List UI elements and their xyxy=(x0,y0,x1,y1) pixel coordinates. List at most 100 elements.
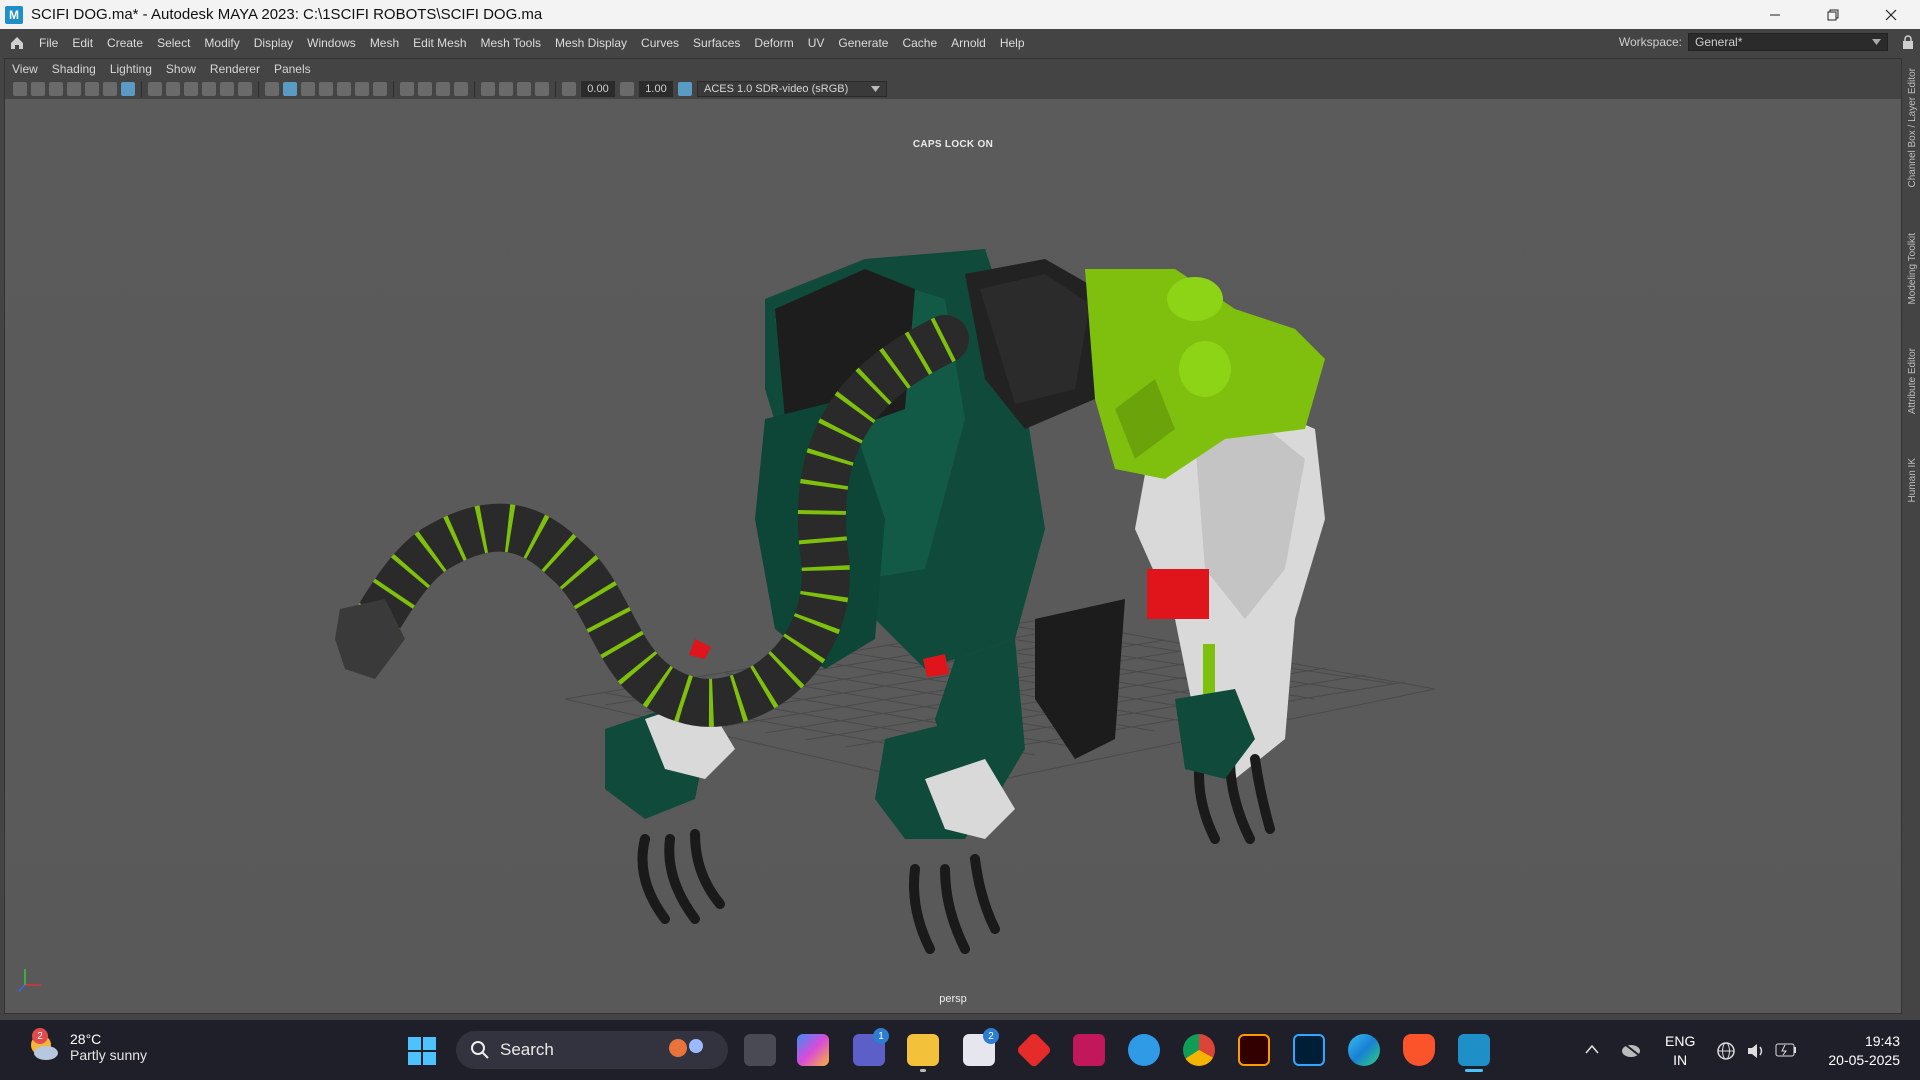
menu-modify[interactable]: Modify xyxy=(197,36,246,50)
weather-widget[interactable]: 2 28°C Partly sunny xyxy=(26,1028,147,1064)
menu-create[interactable]: Create xyxy=(100,36,150,50)
color-management-icon[interactable] xyxy=(678,82,692,96)
xray-active-icon[interactable] xyxy=(517,82,531,96)
wireframe-icon[interactable] xyxy=(265,82,279,96)
panel-menu-view[interactable]: View xyxy=(5,62,45,76)
xray-joints-icon[interactable] xyxy=(535,82,549,96)
chrome-icon[interactable] xyxy=(1183,1034,1215,1066)
home-icon[interactable] xyxy=(8,34,26,52)
photoshop-icon[interactable] xyxy=(1293,1034,1325,1066)
menu-surfaces[interactable]: Surfaces xyxy=(686,36,747,50)
teams-icon[interactable]: 1 xyxy=(853,1028,889,1066)
anydesk-icon[interactable] xyxy=(1015,1031,1053,1069)
copilot-icon[interactable] xyxy=(797,1034,829,1066)
maya-taskbar-icon[interactable] xyxy=(1458,1034,1490,1072)
menu-curves[interactable]: Curves xyxy=(634,36,686,50)
menu-uv[interactable]: UV xyxy=(801,36,832,50)
ambient-occlusion-icon[interactable] xyxy=(400,82,414,96)
select-camera-icon[interactable] xyxy=(13,82,27,96)
close-button[interactable] xyxy=(1862,0,1920,29)
edge-icon[interactable] xyxy=(1348,1034,1380,1066)
shadows-icon[interactable] xyxy=(373,82,387,96)
motion-blur-icon[interactable] xyxy=(418,82,432,96)
menu-mesh-display[interactable]: Mesh Display xyxy=(548,36,634,50)
menu-windows[interactable]: Windows xyxy=(300,36,363,50)
menu-file[interactable]: File xyxy=(32,36,65,50)
language-indicator[interactable]: ENG IN xyxy=(1665,1032,1695,1070)
menu-generate[interactable]: Generate xyxy=(831,36,895,50)
menu-display[interactable]: Display xyxy=(247,36,300,50)
menu-deform[interactable]: Deform xyxy=(747,36,800,50)
battery-icon[interactable] xyxy=(1775,1043,1797,1057)
illustrator-icon[interactable] xyxy=(1238,1034,1270,1066)
gamma-field[interactable]: 1.00 xyxy=(639,81,673,97)
menu-mesh-tools[interactable]: Mesh Tools xyxy=(474,36,548,50)
main-menubar: File Edit Create Select Modify Display W… xyxy=(0,29,1920,56)
tab-attribute-editor[interactable]: Attribute Editor xyxy=(1907,348,1918,414)
cloud-offline-icon[interactable] xyxy=(1620,1040,1642,1058)
safe-title-icon[interactable] xyxy=(238,82,252,96)
microsoft-store-icon[interactable]: 2 xyxy=(963,1028,999,1066)
menu-edit[interactable]: Edit xyxy=(65,36,100,50)
minimize-button[interactable] xyxy=(1746,0,1804,29)
tab-channel-box[interactable]: Channel Box / Layer Editor xyxy=(1907,68,1918,188)
smooth-shade-icon[interactable] xyxy=(283,82,297,96)
get-help-icon[interactable] xyxy=(1128,1034,1160,1066)
textured-icon[interactable] xyxy=(337,82,351,96)
menu-help[interactable]: Help xyxy=(993,36,1032,50)
camera-attributes-icon[interactable] xyxy=(31,82,45,96)
panel-menu-renderer[interactable]: Renderer xyxy=(203,62,267,76)
lock-icon[interactable] xyxy=(1902,35,1914,50)
safe-action-icon[interactable] xyxy=(220,82,234,96)
gamma-icon[interactable] xyxy=(620,82,634,96)
forza-icon[interactable] xyxy=(1073,1034,1105,1066)
tab-human-ik[interactable]: Human IK xyxy=(1907,458,1918,502)
field-chart-icon[interactable] xyxy=(202,82,216,96)
panel-menu-show[interactable]: Show xyxy=(159,62,203,76)
image-plane-icon[interactable] xyxy=(67,82,81,96)
taskbar-search[interactable]: Search xyxy=(456,1031,728,1069)
volume-icon[interactable] xyxy=(1746,1041,1766,1061)
gate-mask-icon[interactable] xyxy=(184,82,198,96)
isolate-select-icon[interactable] xyxy=(481,82,495,96)
wireframe-on-shaded-icon[interactable] xyxy=(319,82,333,96)
weather-badge: 2 xyxy=(32,1028,48,1044)
chevron-up-icon[interactable] xyxy=(1585,1044,1599,1054)
film-gate-icon[interactable] xyxy=(148,82,162,96)
network-icon[interactable] xyxy=(1716,1041,1736,1061)
color-space-dropdown[interactable]: ACES 1.0 SDR-video (sRGB) xyxy=(697,81,887,97)
robot-dog-model[interactable] xyxy=(5,99,1901,1013)
menu-select[interactable]: Select xyxy=(150,36,197,50)
restore-button[interactable] xyxy=(1804,0,1862,29)
file-explorer-icon[interactable] xyxy=(907,1034,939,1072)
chevron-down-icon xyxy=(1872,39,1881,45)
anti-aliasing-icon[interactable] xyxy=(436,82,450,96)
menu-arnold[interactable]: Arnold xyxy=(944,36,993,50)
system-clock[interactable]: 19:43 20-05-2025 xyxy=(1828,1032,1900,1070)
tab-modeling-toolkit[interactable]: Modeling Toolkit xyxy=(1907,233,1918,305)
panel-menu-panels[interactable]: Panels xyxy=(267,62,318,76)
menu-cache[interactable]: Cache xyxy=(895,36,944,50)
brave-icon[interactable] xyxy=(1403,1034,1435,1066)
menu-mesh[interactable]: Mesh xyxy=(363,36,406,50)
workspace-dropdown[interactable]: General* xyxy=(1688,33,1888,51)
menu-edit-mesh[interactable]: Edit Mesh xyxy=(406,36,473,50)
xray-icon[interactable] xyxy=(499,82,513,96)
grease-pencil-icon[interactable] xyxy=(85,82,99,96)
windows-start-icon[interactable] xyxy=(407,1036,437,1066)
depth-of-field-icon[interactable] xyxy=(454,82,468,96)
grid-toggle-icon[interactable] xyxy=(121,82,135,96)
resolution-gate-icon[interactable] xyxy=(166,82,180,96)
chevron-down-icon xyxy=(871,86,880,92)
exposure-field[interactable]: 0.00 xyxy=(581,81,615,97)
exposure-icon[interactable] xyxy=(562,82,576,96)
use-lights-icon[interactable] xyxy=(355,82,369,96)
default-material-icon[interactable] xyxy=(301,82,315,96)
windows-taskbar: 2 28°C Partly sunny Search 1 2 ENG IN 19… xyxy=(0,1020,1920,1080)
panel-menu-shading[interactable]: Shading xyxy=(45,62,103,76)
bookmark-icon[interactable] xyxy=(49,82,63,96)
3d-viewport[interactable]: CAPS LOCK ON persp xyxy=(5,99,1901,1013)
task-view-icon[interactable] xyxy=(744,1034,776,1066)
panel-menu-lighting[interactable]: Lighting xyxy=(103,62,159,76)
2d-pan-zoom-icon[interactable] xyxy=(103,82,117,96)
